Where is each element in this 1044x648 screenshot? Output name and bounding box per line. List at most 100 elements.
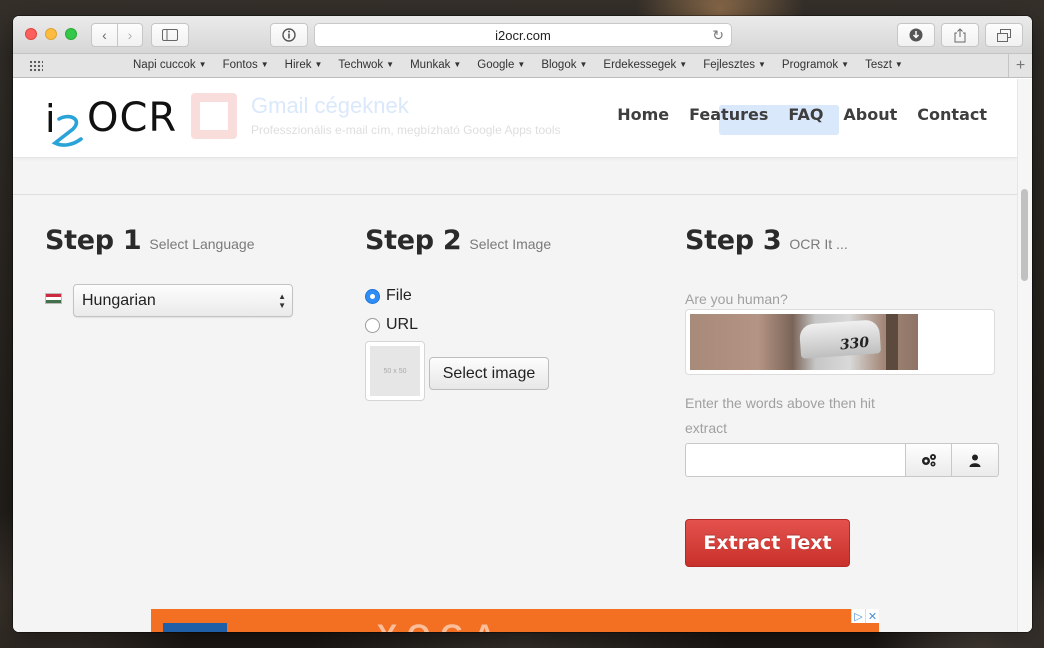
chevron-down-icon: ▼ bbox=[579, 60, 588, 69]
ad-subtitle: Professzionális e-mail cím, megbízható G… bbox=[251, 123, 561, 137]
bookmark-label: Teszt bbox=[865, 59, 892, 71]
chevron-down-icon: ▼ bbox=[517, 60, 526, 69]
step1-title: Step 1 bbox=[45, 225, 142, 256]
captcha-number: 330 bbox=[839, 334, 870, 354]
nav-faq[interactable]: FAQ bbox=[788, 105, 823, 124]
step2-title: Step 2 bbox=[365, 225, 462, 256]
captcha-box: 330 bbox=[685, 309, 995, 375]
share-button[interactable] bbox=[941, 23, 979, 47]
ad-close-icon[interactable]: ✕ bbox=[865, 609, 879, 623]
nav-features[interactable]: Features bbox=[689, 105, 768, 124]
captcha-input-group bbox=[685, 443, 1000, 477]
step1-heading: Step 1 Select Language bbox=[45, 225, 254, 256]
plus-icon: + bbox=[1015, 56, 1026, 74]
captcha-input[interactable] bbox=[685, 443, 905, 477]
adchoices-icon[interactable]: ▷ bbox=[851, 609, 865, 623]
chevron-down-icon: ▼ bbox=[314, 60, 323, 69]
window-controls bbox=[25, 28, 77, 40]
nav-about[interactable]: About bbox=[843, 105, 897, 124]
tabs-overview-button[interactable] bbox=[985, 23, 1023, 47]
captcha-image: 330 bbox=[690, 314, 918, 370]
browser-toolbar: ‹ › i2ocr.com ↻ bbox=[13, 16, 1032, 54]
step2-subtitle: Select Image bbox=[469, 236, 552, 252]
thumbnail-placeholder: 50 x 50 bbox=[370, 346, 420, 396]
bookmark-label: Hirek bbox=[284, 59, 312, 71]
bookmark-label: Blogok bbox=[541, 59, 577, 71]
bookmark-label: Fontos bbox=[222, 59, 258, 71]
step3-subtitle: OCR It ... bbox=[789, 236, 848, 252]
nav-contact[interactable]: Contact bbox=[917, 105, 987, 124]
forward-button[interactable]: › bbox=[116, 24, 142, 46]
radio-url[interactable] bbox=[365, 317, 380, 333]
bookmark-folder[interactable]: Programok ▼ bbox=[774, 59, 857, 71]
back-button[interactable]: ‹ bbox=[92, 24, 117, 46]
bookmark-folder[interactable]: Fejlesztes ▼ bbox=[695, 59, 774, 71]
bookmark-folder[interactable]: Blogok ▼ bbox=[533, 59, 595, 71]
captcha-label: Are you human? bbox=[685, 291, 788, 307]
chevron-down-icon: ▼ bbox=[679, 60, 688, 69]
ocr-steps: Step 1 Select Language Hungarian ▲ ▼ Step… bbox=[13, 195, 1017, 632]
bookmark-folder[interactable]: Fontos ▼ bbox=[215, 59, 277, 71]
step3-title: Step 3 bbox=[685, 225, 782, 256]
radio-file-option[interactable]: File bbox=[365, 287, 412, 305]
page-viewport: Gmail cégeknek Professzionális e-mail cí… bbox=[13, 79, 1032, 632]
sidebar-icon bbox=[162, 29, 178, 41]
site-header: Gmail cégeknek Professzionális e-mail cí… bbox=[13, 79, 1017, 158]
captcha-instructions: Enter the words above then hit extract bbox=[685, 395, 875, 436]
address-bar[interactable]: i2ocr.com ↻ bbox=[314, 23, 732, 47]
captcha-post bbox=[886, 314, 898, 370]
downloads-button[interactable] bbox=[897, 23, 935, 47]
language-select-value: Hungarian bbox=[82, 291, 156, 309]
bookmark-folder[interactable]: Teszt ▼ bbox=[857, 59, 911, 71]
bookmark-label: Munkak bbox=[410, 59, 451, 71]
captcha-refresh-button[interactable] bbox=[905, 443, 952, 477]
gmail-logo bbox=[191, 93, 237, 139]
reader-info-button[interactable] bbox=[270, 23, 308, 47]
bookmark-label: Napi cuccok bbox=[133, 59, 196, 71]
chevron-left-icon: ‹ bbox=[102, 27, 107, 43]
bookmark-folder[interactable]: Erdekessegek ▼ bbox=[595, 59, 695, 71]
extract-text-button[interactable]: Extract Text bbox=[685, 519, 850, 567]
radio-url-option[interactable]: URL bbox=[365, 316, 418, 334]
chevron-down-icon: ▼ bbox=[260, 60, 269, 69]
url-text: i2ocr.com bbox=[495, 27, 551, 43]
bookmark-folder[interactable]: Napi cuccok ▼ bbox=[125, 59, 215, 71]
bookmark-label: Erdekessegek bbox=[603, 59, 677, 71]
captcha-audio-button[interactable] bbox=[952, 443, 999, 477]
grid-icon[interactable] bbox=[29, 60, 43, 72]
scroll-thumb[interactable] bbox=[1021, 189, 1028, 281]
bottom-ad-banner[interactable]: YOGA ▷ ✕ bbox=[151, 609, 879, 632]
page-scrollbar[interactable] bbox=[1017, 79, 1032, 632]
ad-text: YOGA bbox=[377, 619, 505, 632]
close-window-button[interactable] bbox=[25, 28, 37, 40]
download-icon bbox=[909, 28, 923, 42]
ad-title: Gmail cégeknek bbox=[251, 93, 409, 118]
chevron-down-icon: ▼ bbox=[757, 60, 766, 69]
minimize-window-button[interactable] bbox=[45, 28, 57, 40]
language-select[interactable]: Hungarian ▲ ▼ bbox=[73, 284, 293, 317]
chevron-right-icon: › bbox=[127, 27, 133, 43]
bookmark-folder[interactable]: Google ▼ bbox=[469, 59, 533, 71]
chevron-down-icon: ▼ bbox=[841, 60, 850, 69]
gears-icon bbox=[921, 454, 936, 467]
radio-file[interactable] bbox=[365, 288, 380, 304]
select-image-button[interactable]: Select image bbox=[429, 357, 549, 390]
bookmark-label: Techwok bbox=[338, 59, 384, 71]
nav-home[interactable]: Home bbox=[617, 105, 669, 124]
bookmark-folder[interactable]: Munkak ▼ bbox=[402, 59, 469, 71]
ad-choices: ▷ ✕ bbox=[851, 609, 879, 623]
radio-url-label: URL bbox=[386, 316, 419, 333]
step1-subtitle: Select Language bbox=[149, 236, 255, 252]
zoom-window-button[interactable] bbox=[65, 28, 77, 40]
bookmark-folder[interactable]: Hirek ▼ bbox=[277, 59, 331, 71]
reload-icon[interactable]: ↻ bbox=[712, 27, 724, 44]
add-bookmark-button[interactable]: + bbox=[1008, 54, 1032, 77]
sidebar-toggle-button[interactable] bbox=[151, 23, 189, 47]
hungary-flag-icon bbox=[45, 293, 62, 304]
ad-logo bbox=[163, 623, 227, 632]
chevron-down-icon: ▼ bbox=[198, 60, 207, 69]
share-icon bbox=[954, 27, 966, 42]
bookmark-folder[interactable]: Techwok ▼ bbox=[330, 59, 402, 71]
user-icon bbox=[969, 454, 981, 467]
site-logo[interactable]: i OCR bbox=[43, 91, 183, 151]
